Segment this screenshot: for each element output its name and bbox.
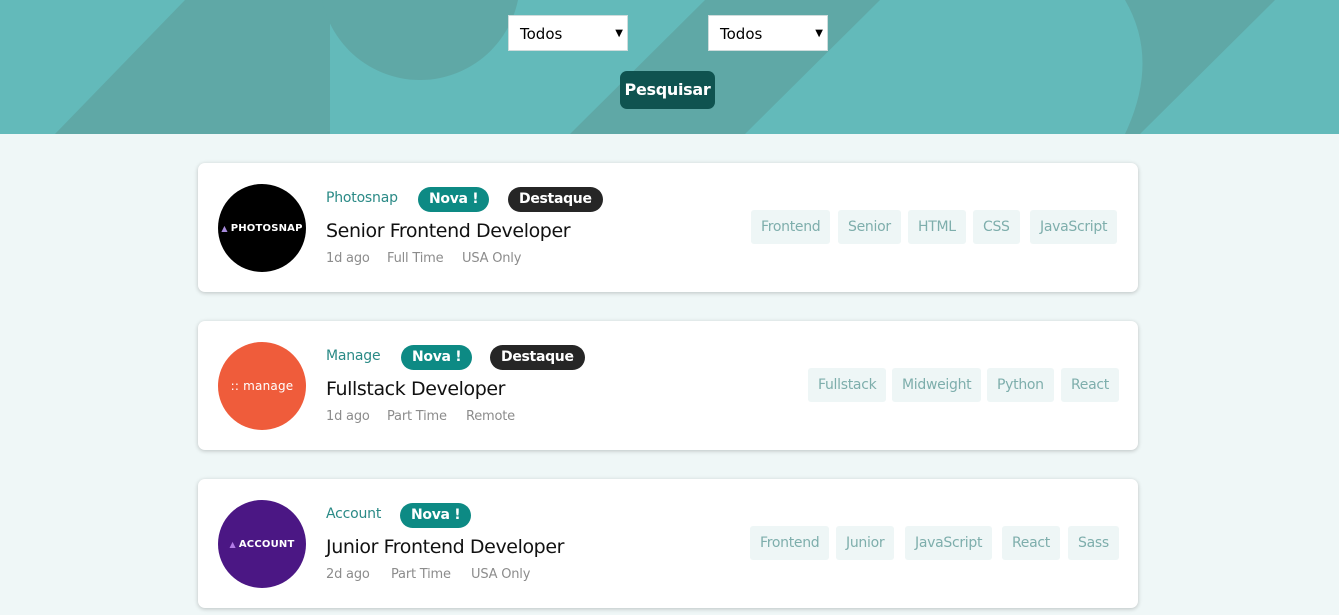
tag-frontend[interactable]: Frontend: [750, 526, 830, 560]
new-badge: Nova !: [401, 345, 473, 370]
posted-at: 1d ago: [326, 409, 370, 424]
posted-at: 1d ago: [326, 251, 370, 266]
search-button[interactable]: Pesquisar: [620, 71, 715, 109]
tag-javascript[interactable]: JavaScript: [905, 526, 993, 560]
filter-select-1-value: Todos: [520, 25, 563, 43]
tag-css[interactable]: CSS: [973, 210, 1020, 244]
filter-select-1[interactable]: Todos ▼: [508, 15, 628, 51]
new-badge: Nova !: [400, 503, 472, 528]
logo-mark-icon: ▲: [221, 223, 228, 233]
tag-react[interactable]: React: [1061, 368, 1119, 402]
logo-mark-icon: ▲: [229, 539, 236, 549]
job-position-link[interactable]: Junior Frontend Developer: [326, 536, 564, 558]
job-card-account: ▲ ACCOUNT Account Nova ! Junior Frontend…: [198, 479, 1138, 608]
tag-midweight[interactable]: Midweight: [892, 368, 982, 402]
company-logo-manage: :: manage: [218, 342, 306, 430]
tag-sass[interactable]: Sass: [1068, 526, 1119, 560]
chevron-down-icon: ▼: [815, 28, 823, 39]
tag-junior[interactable]: Junior: [836, 526, 895, 560]
company-name: Account: [326, 506, 382, 522]
tag-frontend[interactable]: Frontend: [751, 210, 831, 244]
job-position-link[interactable]: Fullstack Developer: [326, 378, 505, 400]
company-logo-photosnap: ▲ PHOTOSNAP: [218, 184, 306, 272]
tag-html[interactable]: HTML: [908, 210, 966, 244]
tag-react[interactable]: React: [1002, 526, 1060, 560]
job-location: USA Only: [462, 251, 522, 266]
company-logo-account: ▲ ACCOUNT: [218, 500, 306, 588]
contract-type: Part Time: [387, 409, 447, 424]
header-banner: Todos ▼ Todos ▼ Pesquisar: [0, 0, 1339, 134]
tag-senior[interactable]: Senior: [838, 210, 901, 244]
job-location: Remote: [466, 409, 515, 424]
featured-badge: Destaque: [490, 345, 585, 370]
new-badge: Nova !: [418, 187, 490, 212]
logo-text: PHOTOSNAP: [230, 222, 303, 234]
tag-python[interactable]: Python: [987, 368, 1054, 402]
tag-fullstack[interactable]: Fullstack: [808, 368, 887, 402]
tag-javascript[interactable]: JavaScript: [1030, 210, 1118, 244]
contract-type: Part Time: [391, 567, 451, 582]
company-name: Photosnap: [326, 190, 398, 206]
chevron-down-icon: ▼: [615, 28, 623, 39]
header-background-pattern: [55, 0, 1275, 134]
job-card-manage: :: manage Manage Nova ! Destaque Fullsta…: [198, 321, 1138, 450]
company-name: Manage: [326, 348, 381, 364]
logo-text: :: manage: [230, 379, 294, 393]
logo-text: ACCOUNT: [238, 538, 295, 550]
job-position-link[interactable]: Senior Frontend Developer: [326, 220, 571, 242]
featured-badge: Destaque: [508, 187, 603, 212]
contract-type: Full Time: [387, 251, 444, 266]
filter-select-2-value: Todos: [720, 25, 763, 43]
posted-at: 2d ago: [326, 567, 370, 582]
job-card-photosnap: ▲ PHOTOSNAP Photosnap Nova ! Destaque Se…: [198, 163, 1138, 292]
filter-select-2[interactable]: Todos ▼: [708, 15, 828, 51]
job-location: USA Only: [471, 567, 531, 582]
